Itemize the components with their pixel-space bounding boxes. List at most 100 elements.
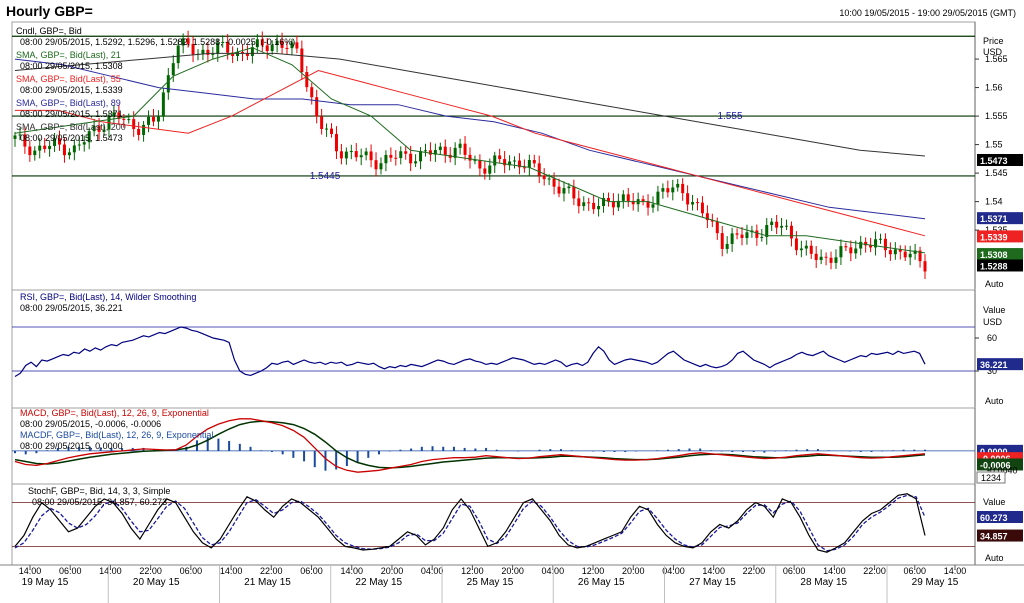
- candle-body: [414, 161, 418, 164]
- candle-body: [156, 116, 160, 122]
- price-value-badge: 1.5473: [977, 153, 1023, 166]
- price-legend-info: 08:00 29/05/2015, 1.5308: [20, 61, 123, 71]
- rsi-panel-frame: [11, 289, 976, 409]
- candle-body: [794, 238, 798, 251]
- candle-body: [142, 124, 146, 135]
- candle-body: [552, 178, 556, 187]
- candle-body: [339, 151, 343, 159]
- candle-body: [804, 245, 808, 249]
- candle-body: [676, 183, 680, 188]
- candle-body: [344, 151, 348, 159]
- time-tick-label: 20:00: [622, 566, 645, 576]
- candle-body: [404, 151, 408, 154]
- candle-body: [423, 150, 427, 152]
- candle-body: [893, 249, 897, 255]
- candle-body: [789, 225, 793, 239]
- candle-body: [151, 116, 155, 122]
- rsi-axis-unit: USD: [983, 317, 1003, 327]
- stoch-axis-title: Value: [983, 497, 1005, 507]
- candle-body: [483, 168, 487, 174]
- candle-body: [161, 92, 165, 117]
- candle-body: [537, 163, 541, 176]
- candle-body: [770, 221, 774, 226]
- candle-body: [285, 47, 289, 49]
- time-tick-label: 06:00: [300, 566, 323, 576]
- price-tick-label: 1.54: [985, 197, 1003, 207]
- candle-body: [473, 160, 477, 162]
- price-legend-label: SMA, GBP=, Bid(Last), 55: [16, 74, 121, 84]
- candle-body: [399, 151, 403, 159]
- candle-body: [883, 238, 887, 251]
- macd-scale-label: 1234: [981, 473, 1001, 483]
- candle-body: [849, 247, 853, 254]
- candle-body: [572, 186, 576, 199]
- candle-body: [681, 183, 685, 194]
- time-tick-label: 22:00: [863, 566, 886, 576]
- candle-body: [300, 48, 304, 73]
- auto-scale-label: Auto: [985, 279, 1004, 289]
- candle-body: [463, 143, 467, 155]
- time-tick-label: 04:00: [421, 566, 444, 576]
- candle-body: [305, 72, 309, 88]
- candle-body: [715, 221, 719, 234]
- candle-body: [923, 261, 927, 272]
- candle-body: [379, 163, 383, 170]
- candle-body: [43, 145, 47, 150]
- candle-body: [903, 251, 907, 258]
- candle-body: [72, 145, 76, 153]
- candle-body: [908, 253, 912, 258]
- candle-body: [384, 154, 388, 164]
- price-legend-label: SMA, GBP=, Bid(Last), 200: [16, 122, 126, 132]
- time-tick-label: 14:00: [823, 566, 846, 576]
- candle-body: [760, 236, 764, 238]
- candle-body: [888, 250, 892, 255]
- candle-body: [310, 87, 314, 98]
- candle-body: [176, 45, 180, 64]
- candle-body: [641, 199, 645, 202]
- day-label: 28 May 15: [800, 577, 847, 588]
- candle-body: [854, 248, 858, 254]
- candle-body: [656, 191, 660, 205]
- time-tick-label: 22:00: [139, 566, 162, 576]
- stoch-legend-label: StochF, GBP=, Bid, 14, 3, 3, Simple: [28, 486, 170, 496]
- price-value-badge-text: 1.5308: [980, 250, 1008, 260]
- candle-body: [775, 221, 779, 228]
- level-label: 1.5445: [310, 171, 341, 182]
- price-legend-label: Cndl, GBP=, Bid: [16, 26, 82, 36]
- chart-canvas[interactable]: 14:00 06:00 14:00 22:00 06:00 14:00 22:00 06:00…: [0, 0, 1024, 603]
- candle-body: [33, 150, 37, 156]
- candle-body: [844, 246, 848, 248]
- candle-body: [700, 202, 704, 214]
- time-tick-label: 20:00: [501, 566, 524, 576]
- candle-body: [878, 238, 882, 240]
- candle-body: [532, 160, 536, 164]
- candle-body: [67, 152, 71, 156]
- candle-body: [527, 160, 531, 168]
- candle-body: [147, 116, 151, 125]
- price-tick-label: 1.555: [985, 111, 1008, 121]
- candle-body: [369, 151, 373, 161]
- day-label: 20 May 15: [133, 577, 180, 588]
- time-tick-label: 14:00: [99, 566, 122, 576]
- candle-body: [597, 206, 601, 210]
- candle-body: [606, 198, 610, 202]
- price-value-badge: 1.5371: [977, 212, 1023, 225]
- candle-body: [38, 145, 42, 151]
- stoch-legend-info: 08:00 29/05/2015, 34.857, 60.273: [32, 497, 167, 507]
- stoch-value-badge: 34.857: [977, 529, 1023, 542]
- candle-body: [478, 160, 482, 169]
- day-label: 25 May 15: [467, 577, 514, 588]
- candle-body: [824, 256, 828, 258]
- time-tick-label: 14:00: [340, 566, 363, 576]
- candle-body: [48, 145, 52, 150]
- time-tick-label: 12:00: [461, 566, 484, 576]
- candle-body: [691, 202, 695, 205]
- price-legend-info: 08:00 29/05/2015, 1.5292, 1.5296, 1.5282…: [20, 37, 295, 47]
- macd-legend-info: 08:00 29/05/2015, 0.0000: [20, 441, 123, 451]
- time-tick-label: 06:00: [904, 566, 927, 576]
- time-tick-label: 12:00: [582, 566, 605, 576]
- candle-body: [661, 188, 665, 192]
- price-value-badge-text: 1.5339: [980, 232, 1008, 242]
- price-value-badge-text: 1.5288: [980, 261, 1008, 271]
- time-tick-label: 14:00: [944, 566, 967, 576]
